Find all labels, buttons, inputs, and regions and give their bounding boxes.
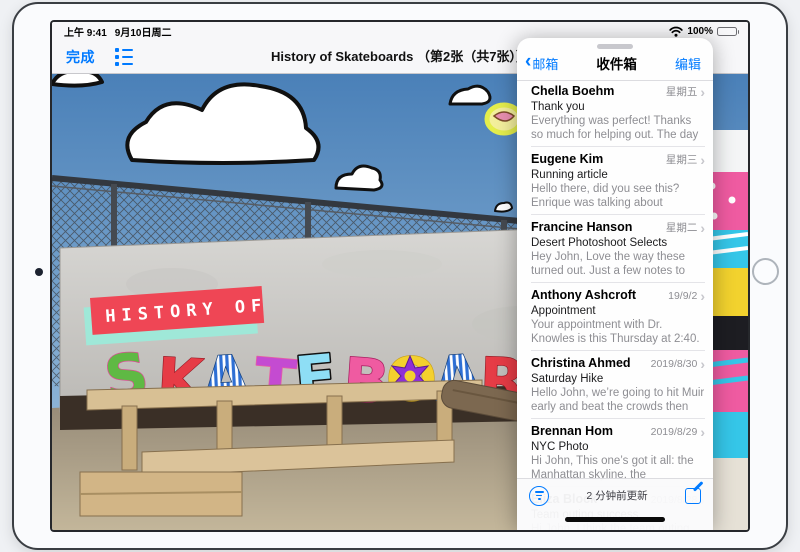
chevron-right-icon: › <box>700 223 705 233</box>
mailboxes-back-button[interactable]: ‹ 邮箱 <box>525 54 558 73</box>
email-row[interactable]: Chella Boehm 星期五 › Thank you Everything … <box>517 79 713 147</box>
chevron-right-icon: › <box>700 291 705 301</box>
email-date: 2019/8/29 <box>651 426 698 438</box>
back-label: 邮箱 <box>532 54 558 73</box>
battery-icon <box>717 27 739 36</box>
chevron-right-icon: › <box>700 87 705 97</box>
edit-button[interactable]: 编辑 <box>675 54 701 73</box>
email-list: Chella Boehm 星期五 › Thank you Everything … <box>517 79 713 530</box>
email-date: 星期三 <box>666 152 698 167</box>
email-sender: Brennan Hom <box>531 424 613 439</box>
slide-navigator-icon[interactable] <box>115 48 133 66</box>
email-subject: Appointment <box>531 304 705 318</box>
filter-icon[interactable] <box>529 486 549 506</box>
email-date: 星期五 <box>666 84 698 99</box>
status-time: 上午 9:41 <box>64 24 107 39</box>
email-preview: Hello John, we’re going to hit Muir earl… <box>531 387 705 414</box>
battery-percent: 100% <box>687 26 713 37</box>
email-sender: Chella Boehm <box>531 84 614 99</box>
stage: 上午 9:41 9月10日周二 100% 完 <box>0 0 800 552</box>
compose-icon[interactable] <box>685 488 701 504</box>
home-indicator[interactable] <box>565 517 665 522</box>
email-row[interactable]: Anthony Ashcroft 19/9/2 › Appointment Yo… <box>517 283 713 351</box>
ipad-screen: 上午 9:41 9月10日周二 100% 完 <box>52 22 748 530</box>
email-subject: Thank you <box>531 100 705 114</box>
banner-letter: B <box>341 345 392 418</box>
email-preview: Everything was perfect! Thanks so much f… <box>531 115 705 142</box>
drag-handle[interactable] <box>597 44 633 49</box>
email-date: 2019/8/30 <box>651 358 698 370</box>
chevron-right-icon: › <box>700 359 705 369</box>
banner-letter: T <box>252 345 299 418</box>
chevron-right-icon: › <box>700 155 705 165</box>
email-preview: Hey John, Love the way these turned out.… <box>531 251 705 278</box>
mail-header: ‹ 邮箱 收件箱 编辑 <box>517 53 713 80</box>
email-subject: Saturday Hike <box>531 372 705 386</box>
email-row[interactable]: Brennan Hom 2019/8/29 › NYC Photo Hi Joh… <box>517 419 713 487</box>
email-subject: Running article <box>531 168 705 182</box>
email-row[interactable]: Eugene Kim 星期三 › Running article Hello t… <box>517 147 713 215</box>
email-row[interactable]: Francine Hanson 星期二 › Desert Photoshoot … <box>517 215 713 283</box>
mail-footer: 2 分钟前更新 <box>517 478 713 530</box>
email-sender: Christina Ahmed <box>531 356 631 371</box>
chevron-right-icon: › <box>700 427 705 437</box>
email-row[interactable]: Christina Ahmed 2019/8/30 › Saturday Hik… <box>517 351 713 419</box>
back-chevron-icon: ‹ <box>525 56 531 68</box>
mail-slideover-panel: ‹ 邮箱 收件箱 编辑 Chella Boehm 星期五 › Thank you… <box>517 38 713 530</box>
email-sender: Eugene Kim <box>531 152 603 167</box>
updated-status: 2 分钟前更新 <box>586 488 647 503</box>
status-date: 9月10日周二 <box>115 24 172 39</box>
email-subject: Desert Photoshoot Selects <box>531 236 705 250</box>
email-sender: Francine Hanson <box>531 220 632 235</box>
front-camera-icon <box>35 268 43 276</box>
mailbox-title: 收件箱 <box>596 53 637 73</box>
email-date: 星期二 <box>666 220 698 235</box>
email-subject: NYC Photo <box>531 440 705 454</box>
email-sender: Anthony Ashcroft <box>531 288 636 303</box>
wifi-icon <box>669 26 683 37</box>
done-button[interactable]: 完成 <box>66 47 95 67</box>
email-preview: Your appointment with Dr. Knowles is thi… <box>531 319 705 346</box>
email-date: 19/9/2 <box>668 290 697 302</box>
home-button[interactable] <box>752 258 779 285</box>
email-preview: Hello there, did you see this? Enrique w… <box>531 183 705 210</box>
